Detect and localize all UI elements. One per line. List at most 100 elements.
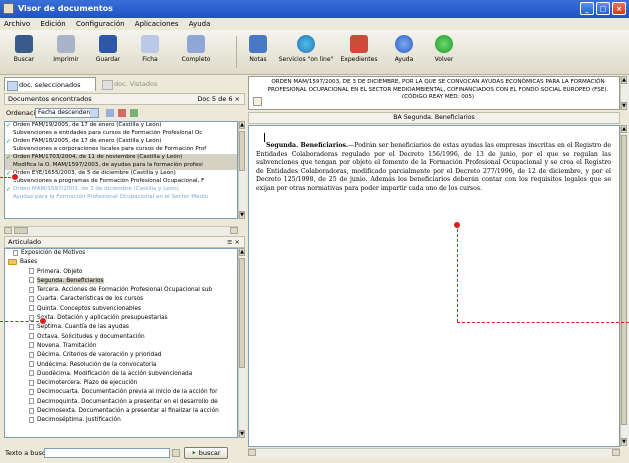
help-button[interactable]: Ayuda: [384, 33, 424, 71]
section-label: BA Segunda. Beneficiarios: [248, 112, 620, 124]
tree-node[interactable]: Primera. Objeto: [5, 268, 237, 277]
scroll-thumb[interactable]: [14, 227, 28, 234]
notes-icon: [249, 35, 267, 53]
document-icon: [29, 323, 34, 330]
list-item[interactable]: ✓ Orden FAM/19/2005, de 17 de enero (Cas…: [5, 122, 237, 138]
document-list-hscrollbar[interactable]: [4, 226, 238, 235]
tree-node[interactable]: Segunda. Beneficiarios: [5, 277, 237, 286]
notes-button[interactable]: Notas: [238, 33, 278, 71]
online-services-button[interactable]: Servicios "on line": [278, 33, 334, 71]
tree-node[interactable]: Exposición de Motivos: [5, 249, 237, 258]
scroll-right-icon[interactable]: [230, 227, 238, 234]
callout-line: [0, 321, 39, 322]
checkmark-icon: ✓: [6, 122, 12, 129]
pin-icon[interactable]: ≡: [227, 238, 232, 246]
scroll-up-icon[interactable]: ▲: [621, 76, 627, 84]
tree-node[interactable]: Tercera. Acciones de Formación Profesion…: [5, 286, 237, 295]
search-go-icon: ⯈: [191, 449, 197, 457]
tree-node[interactable]: Duodécima. Modificación de la acción sub…: [5, 370, 237, 379]
document-icon: [29, 268, 34, 275]
tree-node[interactable]: Decimoquinta. Documentación a presentar …: [5, 398, 237, 407]
checkmark-icon: ✓: [6, 154, 12, 161]
tree-node[interactable]: Novena. Tramitación: [5, 342, 237, 351]
scroll-up-icon[interactable]: ▲: [239, 248, 245, 256]
tree-node[interactable]: Cuarta. Características de los cursos: [5, 295, 237, 304]
tree-node[interactable]: Decimocuarta. Documentación previa al in…: [5, 388, 237, 397]
tree-node[interactable]: Quinta. Conceptos subvencionables: [5, 305, 237, 314]
tree-node[interactable]: Bases: [5, 258, 237, 267]
tree-node[interactable]: Decimoséptima. Justificación: [5, 416, 237, 425]
maximize-button[interactable]: □: [596, 2, 610, 15]
tree-node[interactable]: Séptima. Cuantía de las ayudas: [5, 323, 237, 332]
tree-node[interactable]: Undécima. Resolución de la convocatoria: [5, 361, 237, 370]
callout-marker: [453, 221, 461, 229]
document-list-scrollbar[interactable]: ▲ ▼: [238, 121, 246, 219]
tree-scrollbar[interactable]: ▲ ▼: [238, 248, 246, 438]
article-paragraph: Segunda. Beneficiarios.—Podrán ser benef…: [256, 142, 611, 192]
scroll-left-icon[interactable]: [248, 449, 256, 456]
back-arrow-icon: [435, 35, 453, 53]
back-button[interactable]: Volver: [424, 33, 464, 71]
sort-row: Ordenación: Fecha descendente: [4, 106, 245, 120]
scroll-down-icon[interactable]: ▼: [239, 430, 245, 438]
document-icon: [29, 407, 34, 414]
document-card-icon: [141, 35, 159, 53]
print-button[interactable]: Imprimir: [46, 33, 86, 71]
scroll-left-icon[interactable]: [4, 227, 12, 234]
tree-node[interactable]: Decimotercera. Plazo de ejecución: [5, 379, 237, 388]
app-window: Visor de documentos _ □ × Archivo Edició…: [0, 0, 629, 463]
tab-viewed-documents[interactable]: doc. Vistados: [100, 77, 184, 91]
list-item[interactable]: ✓ Orden FAM/1703/2004, de 11 de noviembr…: [5, 154, 237, 170]
search-button[interactable]: ⯈ buscar: [184, 447, 228, 459]
completo-button[interactable]: Completo: [176, 33, 216, 71]
scroll-down-icon[interactable]: ▼: [239, 211, 245, 219]
scroll-down-icon[interactable]: ▼: [621, 102, 627, 110]
filter-icon[interactable]: [106, 109, 114, 117]
header-scrollbar[interactable]: ▲ ▼: [620, 76, 629, 110]
scroll-right-icon[interactable]: [612, 449, 620, 456]
search-input[interactable]: [44, 448, 170, 458]
scroll-thumb[interactable]: [239, 131, 245, 171]
menu-ayuda[interactable]: Ayuda: [189, 20, 211, 28]
scroll-thumb[interactable]: [621, 135, 627, 425]
close-icon[interactable]: ×: [235, 95, 240, 103]
scroll-down-icon[interactable]: ▼: [621, 438, 627, 446]
document-text-area[interactable]: Segunda. Beneficiarios.—Podrán ser benef…: [248, 125, 620, 447]
document-icon: [29, 286, 34, 293]
tree-node[interactable]: Decimosexta. Documentación a presentar a…: [5, 407, 237, 416]
document-scrollbar[interactable]: ▲ ▼: [620, 125, 629, 447]
text-cursor: [264, 133, 265, 142]
close-icon[interactable]: ×: [235, 238, 240, 246]
articulado-tree: Exposición de Motivos Bases Primera. Obj…: [4, 248, 238, 438]
scroll-up-icon[interactable]: ▲: [621, 125, 627, 133]
document-hscrollbar[interactable]: [248, 448, 620, 457]
tree-node[interactable]: Octava. Solicitudes y documentación: [5, 333, 237, 342]
tree-node[interactable]: Décima. Criterios de valoración y priori…: [5, 351, 237, 360]
ficha-button[interactable]: Ficha: [130, 33, 170, 71]
delete-icon[interactable]: [118, 109, 126, 117]
document-icon: [29, 361, 34, 368]
scroll-up-icon[interactable]: ▲: [239, 121, 245, 129]
list-item[interactable]: ✓ Orden EYE/1655/2003, de 5 de diciembre…: [5, 170, 237, 186]
sort-select[interactable]: Fecha descendente: [35, 108, 99, 118]
search-button[interactable]: Buscar: [4, 33, 44, 71]
list-item[interactable]: ✓ Orden MAM/1597/2003, de 3 de diciembre…: [5, 186, 237, 202]
save-button[interactable]: Guardar: [88, 33, 128, 71]
menu-aplicaciones[interactable]: Aplicaciones: [135, 20, 179, 28]
refresh-icon[interactable]: [130, 109, 138, 117]
menu-archivo[interactable]: Archivo: [4, 20, 30, 28]
tab-selected-documents[interactable]: doc. seleccionados: [4, 77, 96, 91]
minimize-button[interactable]: _: [580, 2, 594, 15]
title-bar: Visor de documentos _ □ ×: [0, 0, 629, 18]
scroll-thumb[interactable]: [239, 258, 245, 368]
menu-edicion[interactable]: Edición: [40, 20, 65, 28]
callout-line: [457, 229, 458, 322]
search-dropdown-icon[interactable]: [172, 449, 180, 457]
list-item[interactable]: ✓ Orden FAM/18/2005, de 17 de enero (Cas…: [5, 138, 237, 154]
printer-icon: [57, 35, 75, 53]
callout-marker: [11, 173, 19, 181]
document-icon: [13, 249, 18, 256]
close-button[interactable]: ×: [612, 2, 626, 15]
menu-configuracion[interactable]: Configuración: [76, 20, 125, 28]
expedientes-button[interactable]: Expedientes: [336, 33, 382, 71]
